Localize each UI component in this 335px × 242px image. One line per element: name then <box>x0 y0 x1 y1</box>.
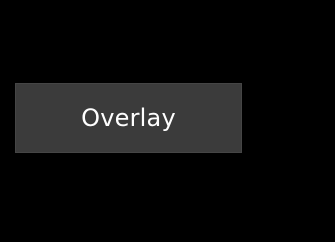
overlay-button[interactable]: Overlay <box>15 83 242 153</box>
app-window: Overlay <box>0 0 335 242</box>
overlay-button-label: Overlay <box>81 104 176 132</box>
